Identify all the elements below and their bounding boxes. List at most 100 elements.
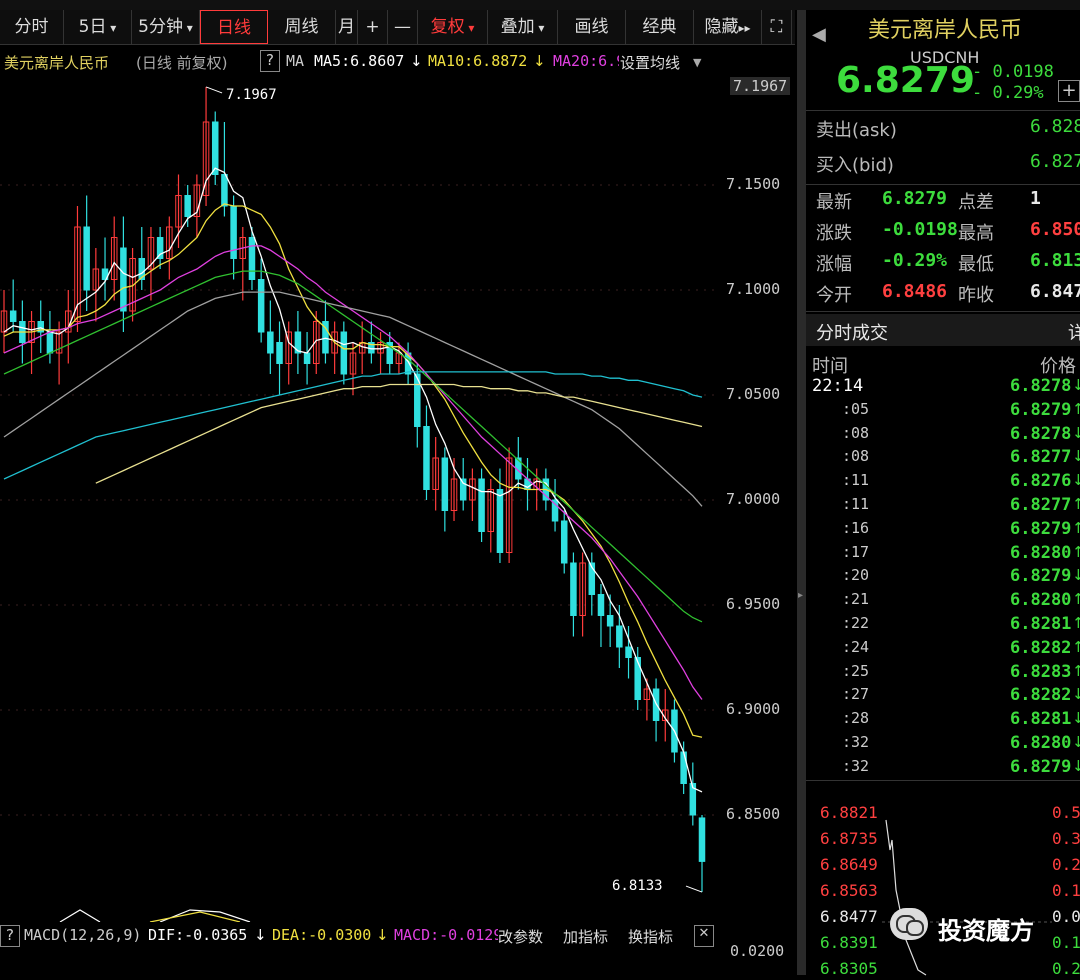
- dea-arrow-icon: ↓: [376, 926, 389, 944]
- top-menu-strip: [0, 0, 1080, 10]
- ma-line-ma10: [3, 203, 703, 738]
- tick-price: 6.8283: [1010, 661, 1072, 682]
- candle-body: [634, 657, 641, 700]
- intraday-mini-chart: [882, 819, 1052, 976]
- candle-body: [597, 594, 605, 616]
- tick-arrow-icon: ↑: [1072, 542, 1080, 561]
- ma-settings-button[interactable]: 设置均线: [620, 52, 680, 73]
- toolbar-item[interactable]: 经典: [626, 10, 694, 44]
- wechat-logo-icon: [890, 908, 928, 940]
- ma-settings-dropdown-icon[interactable]: ▼: [693, 56, 701, 69]
- stat-label: 最高: [958, 223, 994, 244]
- dropdown-caret-icon: ▾: [464, 21, 475, 35]
- candle-body: [276, 342, 283, 364]
- macd-dif: DIF:-0.0365: [148, 926, 248, 944]
- tick-arrow-icon: ↓: [1072, 733, 1080, 751]
- chart-info-bar: 美元离岸人民币 (日线 前复权) ? MA MA5:6.8607 ↓ MA10:…: [0, 50, 720, 76]
- toolbar-item-label: 日线: [217, 18, 251, 38]
- quote-panel: ◀ 美元离岸人民币 USDCNH 6.8279 - 0.0198 - 0.29%…: [806, 10, 1080, 978]
- ma-line-ma20: [3, 245, 703, 700]
- toolbar-item[interactable]: 月: [336, 10, 358, 44]
- tick-arrow-icon: ↑: [1072, 661, 1080, 680]
- more-arrows-icon: ▸▸: [738, 21, 751, 35]
- close-macd-icon[interactable]: ✕: [694, 925, 714, 947]
- add-watchlist-button[interactable]: +: [1058, 80, 1080, 102]
- tick-price: 6.8277: [1010, 447, 1072, 468]
- toolbar-item[interactable]: —: [388, 10, 418, 44]
- tick-price: 6.8281: [1010, 709, 1072, 730]
- stat-label: 昨收: [958, 285, 994, 306]
- tick-price: 6.8276: [1010, 471, 1072, 492]
- toolbar-item-label: 月: [338, 17, 355, 37]
- watermark-text: 投资魔方: [938, 917, 1034, 945]
- toolbar-item[interactable]: 隐藏▸▸: [694, 10, 762, 44]
- toolbar-item[interactable]: 叠加 ▾: [488, 10, 558, 44]
- switch-indicator-button[interactable]: 换指标: [628, 926, 673, 947]
- toolbar-item[interactable]: ⛶: [762, 10, 792, 44]
- ticks-col-time: 时间: [812, 356, 848, 377]
- quote-row-label: 卖出(ask): [816, 120, 897, 141]
- candle-body: [184, 195, 191, 217]
- toolbar-item[interactable]: 画线: [558, 10, 626, 44]
- tick-time: :25: [842, 661, 870, 680]
- macd-params-button[interactable]: 改参数: [498, 926, 543, 947]
- back-arrow-icon[interactable]: ◀: [812, 24, 826, 45]
- last-price: 6.8279: [836, 60, 975, 101]
- help-button[interactable]: ?: [260, 50, 280, 72]
- high-marker-label: 7.1967: [226, 87, 277, 103]
- splitter-arrow-icon[interactable]: ▸: [798, 590, 803, 601]
- ma-line-ma250: [95, 383, 703, 484]
- tick-price: 6.8279: [1010, 756, 1072, 777]
- chart-mode: (日线 前复权): [136, 54, 228, 72]
- macd-dif-line: [59, 909, 251, 922]
- candle-body: [625, 646, 632, 658]
- macd-dea: DEA:-0.0300: [272, 926, 372, 944]
- toolbar-item-label: —: [394, 17, 411, 37]
- stat-label: 涨跌: [816, 223, 852, 244]
- tick-arrow-icon: ↑: [1072, 518, 1080, 537]
- tick-time: :11: [842, 471, 870, 490]
- dropdown-caret-icon: ▾: [106, 21, 117, 35]
- toolbar-item[interactable]: 5分钟 ▾: [132, 10, 200, 44]
- macd-help-button[interactable]: ?: [0, 925, 20, 947]
- stat-label: 涨幅: [816, 254, 852, 275]
- tick-arrow-icon: ↑: [1072, 637, 1080, 656]
- toolbar-item[interactable]: 复权 ▾: [418, 10, 488, 44]
- toolbar-item-label: ⛶: [770, 17, 783, 37]
- tick-time: :08: [842, 423, 870, 442]
- toolbar-item[interactable]: 周线: [268, 10, 336, 44]
- tick-price: 6.8281: [1010, 614, 1072, 634]
- macd-value: MACD:-0.0129: [394, 926, 498, 944]
- ticks-header: 分时成交 详: [806, 314, 1080, 346]
- toolbar-item[interactable]: +: [358, 10, 388, 44]
- toolbar-item[interactable]: 分时: [0, 10, 64, 44]
- intraday-price-label: 6.8305: [820, 959, 878, 978]
- intraday-price-label: 6.8391: [820, 933, 878, 952]
- intraday-price-label: 6.8735: [820, 829, 878, 848]
- candle-body: [83, 226, 90, 291]
- toolbar-item[interactable]: 日线: [200, 10, 268, 44]
- stat-value: -0.29%: [882, 250, 948, 271]
- ticks-detail-button[interactable]: 详: [1068, 319, 1080, 345]
- axis-tick-label: 7.1000: [726, 280, 781, 298]
- tick-time: :20: [842, 566, 870, 585]
- kline-chart[interactable]: 7.1967 6.8133: [0, 80, 720, 922]
- tick-time: 22:14: [812, 376, 864, 396]
- add-indicator-button[interactable]: 加指标: [563, 926, 608, 947]
- tick-time: :16: [842, 518, 870, 537]
- tick-arrow-icon: ↓: [1072, 566, 1080, 585]
- tick-price: 6.8280: [1010, 733, 1072, 753]
- tick-arrow-icon: ↓: [1072, 471, 1080, 490]
- intraday-price-line: [885, 819, 927, 976]
- toolbar-item[interactable]: 5日 ▾: [64, 10, 132, 44]
- tick-price: 6.8280: [1010, 542, 1072, 563]
- candle-body: [211, 121, 219, 175]
- tick-time: :11: [842, 495, 870, 513]
- candle-body: [248, 237, 256, 280]
- tick-price: 6.8280: [1010, 590, 1072, 611]
- panel-splitter[interactable]: ▸: [797, 10, 806, 975]
- tick-time: :32: [842, 733, 870, 751]
- stat-value: 6.8486: [882, 281, 948, 302]
- toolbar-item-label: 周线: [284, 17, 319, 37]
- candle-body: [120, 247, 127, 312]
